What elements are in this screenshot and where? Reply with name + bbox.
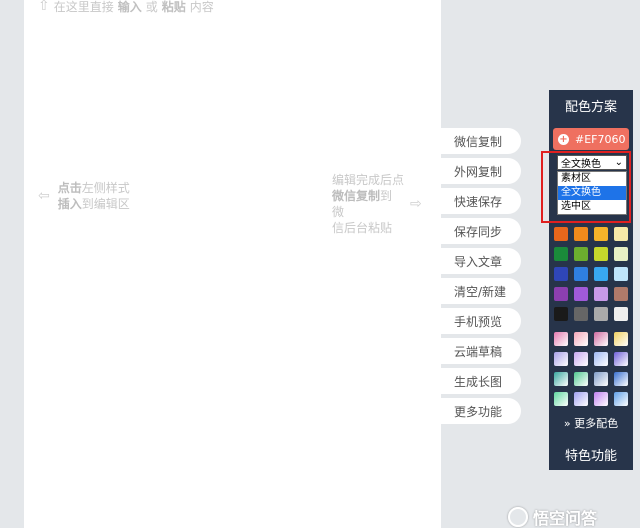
color-swatch[interactable] xyxy=(554,267,568,281)
right-hint-bold: 微信复制 xyxy=(332,189,381,203)
scope-option[interactable]: 素材区 xyxy=(558,172,626,186)
current-color-value: #EF7060 xyxy=(575,132,626,146)
top-hint-suffix: 内容 xyxy=(189,0,214,14)
top-hint-bold2: 粘贴 xyxy=(161,0,186,14)
top-hint-bold1: 输入 xyxy=(117,0,142,14)
gradient-swatch[interactable] xyxy=(614,392,628,406)
chevron-down-icon: ⌄ xyxy=(614,157,623,168)
arrow-left-icon: ⇦ xyxy=(38,188,50,204)
color-swatch[interactable] xyxy=(574,287,588,301)
color-swatch[interactable] xyxy=(574,307,588,321)
color-swatch[interactable] xyxy=(614,227,628,241)
left-hint-rest1: 左侧样式 xyxy=(81,181,130,195)
gradient-swatch[interactable] xyxy=(594,332,608,346)
watermark-text: 悟空问答 xyxy=(533,509,598,528)
action-button[interactable]: 保存同步 xyxy=(441,218,521,244)
color-swatch[interactable] xyxy=(574,267,588,281)
gradient-swatch[interactable] xyxy=(614,372,628,386)
gradient-swatch[interactable] xyxy=(574,372,588,386)
current-color-button[interactable]: + #EF7060 xyxy=(553,128,629,150)
action-button[interactable]: 清空/新建 xyxy=(441,278,521,304)
left-hint-text: 点击左侧样式 插入到编辑区 xyxy=(58,180,130,212)
action-button[interactable]: 导入文章 xyxy=(441,248,521,274)
color-swatch[interactable] xyxy=(614,307,628,321)
more-colors-label: 更多配色 xyxy=(574,417,619,430)
color-swatch[interactable] xyxy=(554,227,568,241)
gradient-swatch[interactable] xyxy=(614,352,628,366)
feature-title[interactable]: 特色功能 xyxy=(549,445,633,464)
gradient-swatch[interactable] xyxy=(574,352,588,366)
color-swatch[interactable] xyxy=(554,247,568,261)
action-button[interactable]: 手机预览 xyxy=(441,308,521,334)
scope-option[interactable]: 选中区 xyxy=(558,200,626,214)
color-panel-title: 配色方案 xyxy=(564,100,617,115)
color-swatch[interactable] xyxy=(614,287,628,301)
action-button[interactable]: 外网复制 xyxy=(441,158,521,184)
gradient-swatch[interactable] xyxy=(574,332,588,346)
color-swatch[interactable] xyxy=(594,287,608,301)
more-colors-link[interactable]: » 更多配色 xyxy=(549,415,633,431)
action-button[interactable]: 更多功能 xyxy=(441,398,521,424)
scope-select-value: 全文换色 xyxy=(561,159,601,170)
right-hint-line3: 信后台粘贴 xyxy=(332,221,393,235)
color-swatch[interactable] xyxy=(574,247,588,261)
watermark: 悟空问答 xyxy=(508,505,597,528)
gradient-swatch[interactable] xyxy=(594,392,608,406)
top-hint-mid: 或 xyxy=(145,0,158,14)
scope-select[interactable]: 全文换色 ⌄ xyxy=(557,155,627,170)
plus-icon: + xyxy=(558,133,569,145)
editor-area[interactable] xyxy=(24,0,441,528)
gradient-swatch[interactable] xyxy=(554,392,568,406)
scope-dropdown: 素材区 全文换色 选中区 xyxy=(557,171,627,215)
right-hint-line1: 编辑完成后点 xyxy=(332,173,405,187)
top-hint-prefix: 在这里直接 xyxy=(53,0,114,14)
scope-option[interactable]: 全文换色 xyxy=(558,186,626,200)
action-button[interactable]: 微信复制 xyxy=(441,128,521,154)
gradient-swatch[interactable] xyxy=(554,352,568,366)
action-button[interactable]: 云端草稿 xyxy=(441,338,521,364)
color-swatch[interactable] xyxy=(594,267,608,281)
color-swatch[interactable] xyxy=(594,247,608,261)
color-swatch[interactable] xyxy=(614,267,628,281)
color-swatch[interactable] xyxy=(554,307,568,321)
gradient-swatch[interactable] xyxy=(594,372,608,386)
arrow-right-icon: ⇨ xyxy=(410,196,422,212)
left-margin xyxy=(0,0,24,528)
left-hint-rest2: 到编辑区 xyxy=(81,197,130,211)
right-hint-text: 编辑完成后点 微信复制到微 信后台粘贴 xyxy=(332,172,404,236)
gradient-swatch[interactable] xyxy=(574,392,588,406)
left-hint-bold1: 点击 xyxy=(57,181,82,195)
action-button[interactable]: 快速保存 xyxy=(441,188,521,214)
color-swatch[interactable] xyxy=(594,227,608,241)
color-swatch[interactable] xyxy=(554,287,568,301)
right-hint: 编辑完成后点 微信复制到微 信后台粘贴 ⇨ xyxy=(332,172,422,236)
arrow-up-icon: ⇧ xyxy=(38,0,50,14)
color-swatch[interactable] xyxy=(574,227,588,241)
gradient-swatch[interactable] xyxy=(614,332,628,346)
gradient-swatch[interactable] xyxy=(594,352,608,366)
wukong-logo-icon xyxy=(508,507,528,527)
action-button[interactable]: 生成长图 xyxy=(441,368,521,394)
left-hint: ⇦ 点击左侧样式 插入到编辑区 xyxy=(38,180,130,212)
editor-top-hint: ⇧ 在这里直接 输入或粘贴 内容 xyxy=(38,0,214,14)
gradient-swatch[interactable] xyxy=(554,332,568,346)
color-swatch[interactable] xyxy=(594,307,608,321)
double-chevron-icon: » xyxy=(563,417,571,430)
color-swatch[interactable] xyxy=(614,247,628,261)
left-hint-bold2: 插入 xyxy=(57,197,82,211)
gradient-swatch[interactable] xyxy=(554,372,568,386)
